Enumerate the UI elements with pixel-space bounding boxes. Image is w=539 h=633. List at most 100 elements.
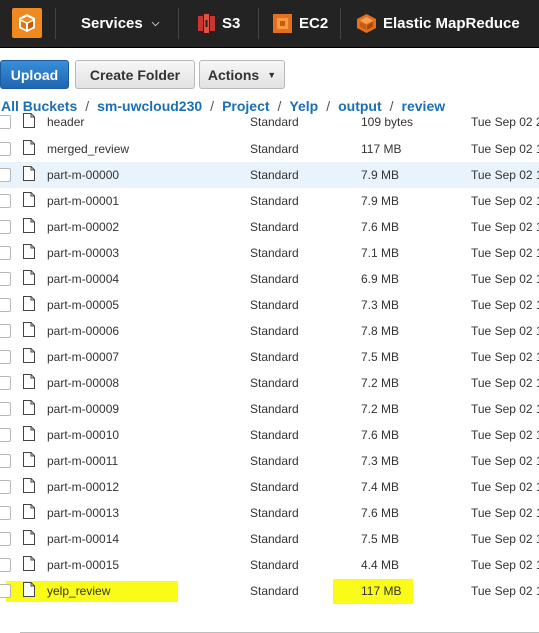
file-size: 7.9 MB — [361, 194, 400, 208]
file-icon — [23, 504, 35, 519]
nav-divider — [178, 8, 179, 39]
create-folder-button[interactable]: Create Folder — [75, 60, 195, 89]
row-checkbox[interactable] — [0, 350, 11, 364]
row-checkbox[interactable] — [0, 532, 11, 546]
file-row[interactable]: merged_review Standard 117 MB Tue Sep 02 1 — [0, 136, 539, 162]
file-row[interactable]: part-m-00002 Standard 7.6 MB Tue Sep 02 1 — [0, 214, 539, 240]
row-checkbox[interactable] — [0, 584, 11, 598]
file-storage-class: Standard — [250, 402, 299, 416]
file-row[interactable]: yelp_review Standard 117 MB Tue Sep 02 1 — [0, 578, 539, 604]
file-name[interactable]: part-m-00010 — [47, 422, 119, 448]
row-checkbox[interactable] — [0, 194, 11, 208]
file-size: 117 MB — [361, 142, 402, 156]
file-row[interactable]: part-m-00007 Standard 7.5 MB Tue Sep 02 1 — [0, 344, 539, 370]
file-row[interactable]: part-m-00014 Standard 7.5 MB Tue Sep 02 1 — [0, 526, 539, 552]
file-last-modified: Tue Sep 02 1 — [471, 194, 539, 208]
row-checkbox[interactable] — [0, 454, 11, 468]
file-storage-class: Standard — [250, 376, 299, 390]
file-size: 4.4 MB — [361, 558, 400, 572]
row-checkbox[interactable] — [0, 376, 11, 390]
row-checkbox[interactable] — [0, 168, 11, 182]
file-row[interactable]: part-m-00009 Standard 7.2 MB Tue Sep 02 1 — [0, 396, 539, 422]
row-checkbox[interactable] — [0, 402, 11, 416]
file-name[interactable]: part-m-00005 — [47, 292, 119, 318]
file-last-modified: Tue Sep 02 1 — [471, 506, 539, 520]
file-row[interactable]: part-m-00012 Standard 7.4 MB Tue Sep 02 1 — [0, 474, 539, 500]
file-name[interactable]: part-m-00004 — [47, 266, 119, 292]
file-row[interactable]: part-m-00015 Standard 4.4 MB Tue Sep 02 1 — [0, 552, 539, 578]
file-storage-class: Standard — [250, 558, 299, 572]
file-name[interactable]: header — [47, 111, 84, 134]
file-name[interactable]: part-m-00001 — [47, 188, 119, 214]
file-name[interactable]: part-m-00006 — [47, 318, 119, 344]
file-size: 7.2 MB — [361, 376, 400, 390]
file-name[interactable]: part-m-00000 — [47, 162, 119, 188]
file-row[interactable]: part-m-00000 Standard 7.9 MB Tue Sep 02 1 — [0, 162, 539, 188]
file-icon — [23, 244, 35, 259]
file-row[interactable]: part-m-00011 Standard 7.3 MB Tue Sep 02 1 — [0, 448, 539, 474]
file-storage-class: Standard — [250, 246, 299, 260]
file-storage-class: Standard — [250, 142, 299, 156]
file-last-modified: Tue Sep 02 2 — [471, 115, 539, 129]
file-name[interactable]: part-m-00011 — [47, 448, 118, 474]
file-last-modified: Tue Sep 02 1 — [471, 532, 539, 546]
row-checkbox[interactable] — [0, 246, 11, 260]
file-name[interactable]: part-m-00009 — [47, 396, 119, 422]
row-checkbox[interactable] — [0, 324, 11, 338]
file-row[interactable]: part-m-00006 Standard 7.8 MB Tue Sep 02 1 — [0, 318, 539, 344]
file-storage-class: Standard — [250, 532, 299, 546]
file-row[interactable]: header Standard 109 bytes Tue Sep 02 2 — [0, 111, 539, 136]
ec2-icon — [273, 14, 292, 33]
file-storage-class: Standard — [250, 454, 299, 468]
file-row[interactable]: part-m-00001 Standard 7.9 MB Tue Sep 02 1 — [0, 188, 539, 214]
file-size: 7.5 MB — [361, 532, 400, 546]
row-checkbox[interactable] — [0, 558, 11, 572]
file-row[interactable]: part-m-00004 Standard 6.9 MB Tue Sep 02 1 — [0, 266, 539, 292]
file-size: 7.3 MB — [361, 298, 400, 312]
file-row[interactable]: part-m-00008 Standard 7.2 MB Tue Sep 02 1 — [0, 370, 539, 396]
file-storage-class: Standard — [250, 506, 299, 520]
file-icon — [23, 426, 35, 441]
file-row[interactable]: part-m-00013 Standard 7.6 MB Tue Sep 02 1 — [0, 500, 539, 526]
nav-item-emr[interactable]: Elastic MapReduce — [357, 0, 520, 47]
file-icon — [23, 270, 35, 285]
row-checkbox[interactable] — [0, 272, 11, 286]
file-last-modified: Tue Sep 02 1 — [471, 376, 539, 390]
file-row[interactable]: part-m-00005 Standard 7.3 MB Tue Sep 02 1 — [0, 292, 539, 318]
services-label: Services — [81, 15, 143, 32]
file-name[interactable]: merged_review — [47, 136, 129, 162]
row-checkbox[interactable] — [0, 220, 11, 234]
upload-button[interactable]: Upload — [0, 60, 69, 89]
nav-item-ec2[interactable]: EC2 — [273, 0, 328, 47]
file-last-modified: Tue Sep 02 1 — [471, 350, 539, 364]
nav-item-s3[interactable]: S3 — [198, 0, 240, 47]
row-checkbox[interactable] — [0, 298, 11, 312]
file-name[interactable]: part-m-00003 — [47, 240, 119, 266]
row-checkbox[interactable] — [0, 428, 11, 442]
nav-item-label: EC2 — [299, 15, 329, 32]
actions-dropdown-button[interactable]: Actions ▼ — [199, 60, 285, 89]
file-icon — [23, 478, 35, 493]
row-checkbox[interactable] — [0, 142, 11, 156]
file-name[interactable]: part-m-00013 — [47, 500, 119, 526]
file-icon — [23, 218, 35, 233]
file-name[interactable]: part-m-00014 — [47, 526, 119, 552]
file-icon — [23, 166, 35, 181]
file-storage-class: Standard — [250, 298, 299, 312]
aws-cube-logo-icon[interactable] — [8, 5, 45, 41]
file-icon — [23, 452, 35, 467]
file-name[interactable]: part-m-00015 — [47, 552, 119, 578]
file-last-modified: Tue Sep 02 1 — [471, 272, 539, 286]
row-checkbox[interactable] — [0, 115, 11, 129]
file-name[interactable]: part-m-00008 — [47, 370, 119, 396]
row-checkbox[interactable] — [0, 506, 11, 520]
file-name[interactable]: part-m-00002 — [47, 214, 119, 240]
file-name[interactable]: part-m-00012 — [47, 474, 119, 500]
file-row[interactable]: part-m-00003 Standard 7.1 MB Tue Sep 02 1 — [0, 240, 539, 266]
row-checkbox[interactable] — [0, 480, 11, 494]
services-menu[interactable]: Services ⌵ — [81, 0, 159, 47]
file-name[interactable]: part-m-00007 — [47, 344, 119, 370]
file-row[interactable]: part-m-00010 Standard 7.6 MB Tue Sep 02 1 — [0, 422, 539, 448]
file-size: 7.6 MB — [361, 506, 400, 520]
file-name[interactable]: yelp_review — [47, 578, 110, 604]
